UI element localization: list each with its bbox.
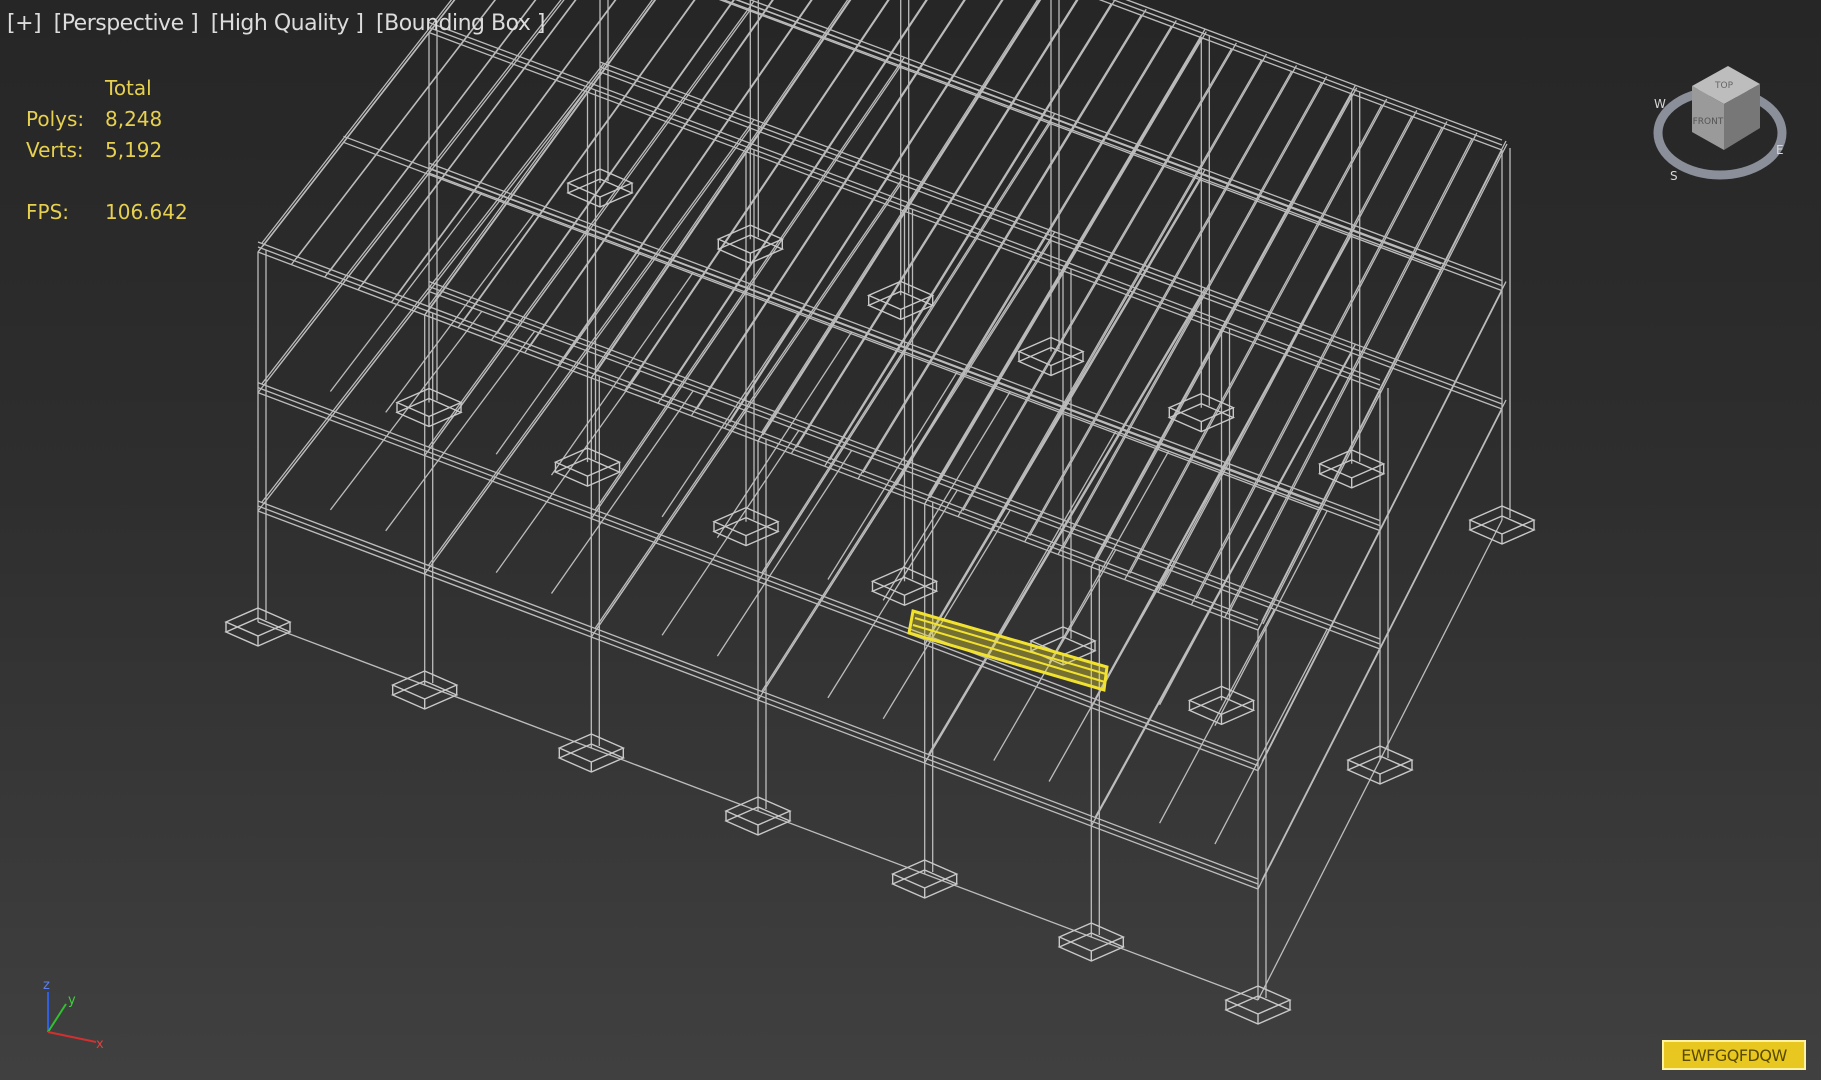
verts-label: Verts:	[26, 137, 84, 162]
viewport-shading-label[interactable]: [High Quality ]	[211, 11, 364, 36]
viewcube-front-label: FRONT	[1693, 117, 1724, 127]
compass-e-label[interactable]: E	[1776, 143, 1784, 157]
stats-polys-row: Polys: 8,248	[26, 103, 188, 134]
wireframe-viewport[interactable]	[0, 0, 1821, 1080]
viewport-point-of-view-label[interactable]: [Perspective ]	[54, 11, 199, 36]
stats-header: Total	[105, 75, 152, 100]
axis-y-line	[47, 1003, 67, 1033]
axis-y-label: y	[68, 993, 76, 1008]
fps-value: 106.642	[105, 199, 188, 224]
viewcube[interactable]: TOP FRONT W S E	[1640, 58, 1790, 198]
building-frame-wireframe[interactable]	[257, 0, 1511, 1001]
compass-s-label[interactable]: S	[1670, 169, 1678, 183]
axis-x-line	[47, 1031, 97, 1043]
selected-object-name-tag: EWFGQFDQW	[1662, 1040, 1806, 1070]
compass-w-label[interactable]: W	[1654, 97, 1666, 111]
fps-label: FPS:	[26, 199, 69, 224]
stats-fps-row: FPS: 106.642	[26, 196, 188, 227]
polys-value: 8,248	[105, 106, 163, 131]
polys-label: Polys:	[26, 106, 85, 131]
stats-verts-row: Verts: 5,192	[26, 134, 188, 165]
viewport-label-bar: [+] [Perspective ] [High Quality ] [Boun…	[7, 11, 551, 36]
scene-statistics: Total Polys: 8,248 Verts: 5,192 FPS: 106…	[26, 72, 188, 227]
axis-x-label: x	[96, 1037, 104, 1050]
viewcube-top-label: TOP	[1714, 81, 1734, 91]
axis-z-label: z	[43, 978, 50, 993]
viewport-display-mode-label[interactable]: [Bounding Box ]	[376, 11, 545, 36]
verts-value: 5,192	[105, 137, 163, 162]
axis-tripod: z y x	[34, 972, 114, 1052]
viewport-menu-plus[interactable]: [+]	[7, 11, 42, 36]
